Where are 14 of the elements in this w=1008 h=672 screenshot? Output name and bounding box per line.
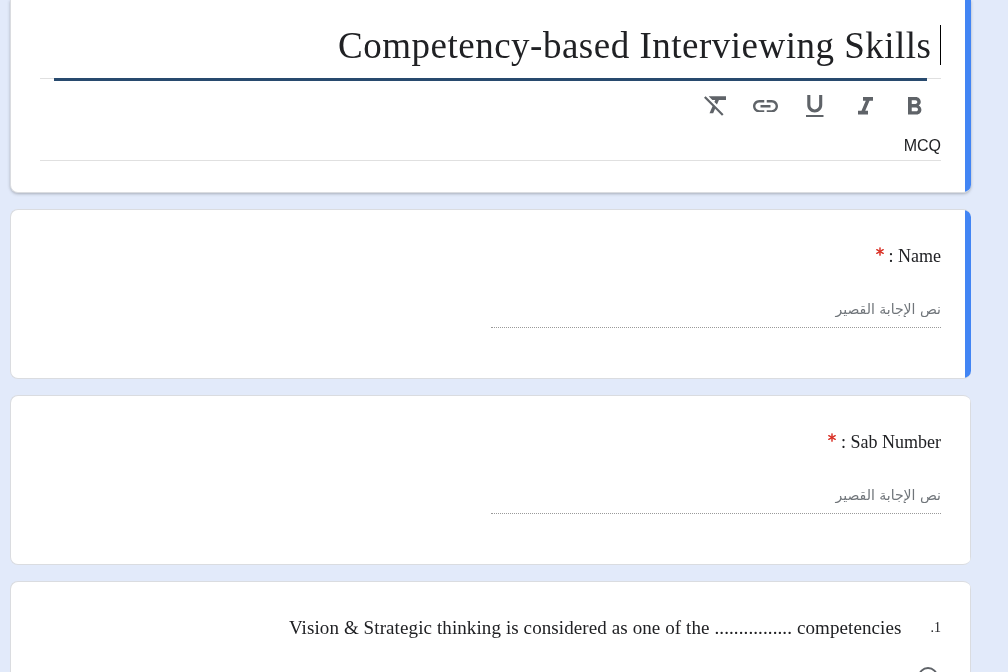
link-icon[interactable]	[752, 99, 778, 113]
underline-icon[interactable]	[806, 94, 824, 118]
title-field[interactable]: Competency-based Interviewing Skills	[40, 0, 941, 79]
description-field[interactable]: MCQ	[40, 135, 941, 161]
text-cursor-icon	[939, 25, 941, 65]
italic-icon[interactable]	[857, 97, 873, 115]
question-label: : Name	[888, 245, 941, 267]
clear-format-icon[interactable]	[704, 96, 726, 116]
question-number: 1.	[930, 620, 941, 636]
question-label: : Sab Number	[841, 431, 941, 453]
question-text: Vision & Strategic thinking is considered as one of the ................ competencies	[288, 617, 902, 639]
answer-field[interactable]: نص الإجابة القصير	[491, 296, 941, 328]
bold-icon[interactable]	[908, 97, 922, 115]
answer-field[interactable]: نص الإجابة القصير	[491, 482, 941, 514]
